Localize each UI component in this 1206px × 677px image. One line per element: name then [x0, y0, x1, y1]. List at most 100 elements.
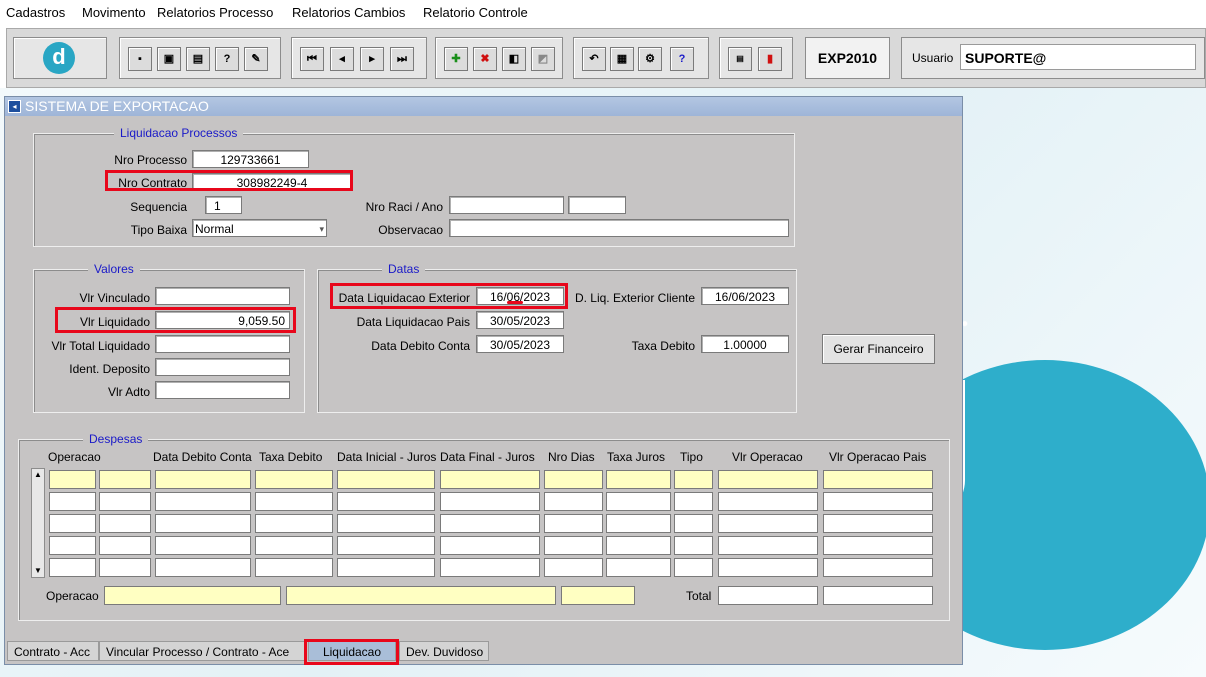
clipboard-icon[interactable]: ▦ — [610, 47, 634, 71]
footer-total-vlr-operacao[interactable] — [718, 586, 818, 605]
grid-cell[interactable] — [544, 492, 603, 511]
sequencia-field[interactable]: 1 — [205, 196, 242, 214]
grid-cell[interactable] — [606, 558, 671, 577]
tab-vincular-processo[interactable]: Vincular Processo / Contrato - Ace — [99, 641, 305, 661]
grid-cell[interactable] — [99, 492, 151, 511]
grid-cell[interactable] — [823, 536, 933, 555]
observacao-field[interactable] — [449, 219, 789, 237]
menu-cadastros[interactable]: Cadastros — [6, 5, 65, 20]
grid-cell[interactable] — [674, 514, 713, 533]
grid-cell[interactable] — [49, 470, 96, 489]
grid-cell[interactable] — [255, 492, 333, 511]
despesas-scrollbar[interactable]: ▲ ▼ — [31, 468, 45, 578]
grid-cell[interactable] — [823, 558, 933, 577]
grid-cell[interactable] — [255, 558, 333, 577]
grid-cell[interactable] — [337, 536, 435, 555]
grid-cell[interactable] — [606, 470, 671, 489]
grid-cell[interactable] — [99, 536, 151, 555]
nro-processo-field[interactable]: 129733661 — [192, 150, 309, 168]
grid-cell[interactable] — [155, 514, 251, 533]
grid-cell[interactable] — [49, 536, 96, 555]
grid-cell[interactable] — [255, 470, 333, 489]
grid-cell[interactable] — [155, 558, 251, 577]
grid-cell[interactable] — [823, 470, 933, 489]
tab-contrato-acc[interactable]: Contrato - Acc — [7, 641, 99, 661]
grid-cell[interactable] — [674, 470, 713, 489]
delete-record-icon[interactable]: ✖ — [473, 47, 497, 71]
vlr-total-liquidado-field[interactable] — [155, 335, 290, 353]
grid-cell[interactable] — [337, 492, 435, 511]
tipo-baixa-select[interactable]: Normal ▾ — [192, 219, 327, 237]
grid-cell[interactable] — [440, 492, 540, 511]
grid-cell[interactable] — [544, 514, 603, 533]
menu-relatorios-cambios[interactable]: Relatorios Cambios — [292, 5, 405, 20]
grid-cell[interactable] — [99, 558, 151, 577]
first-record-icon[interactable]: ⏮ — [300, 47, 324, 71]
menu-relatorios-processo[interactable]: Relatorios Processo — [157, 5, 273, 20]
vlr-vinculado-field[interactable] — [155, 287, 290, 305]
menu-icon[interactable]: ▤ — [728, 47, 752, 71]
grid-cell[interactable] — [606, 492, 671, 511]
grid-cell[interactable] — [606, 514, 671, 533]
grid-cell[interactable] — [440, 470, 540, 489]
grid-cell[interactable] — [155, 536, 251, 555]
vlr-adto-field[interactable] — [155, 381, 290, 399]
insert-record-icon[interactable]: ✚ — [444, 47, 468, 71]
grid-cell[interactable] — [823, 514, 933, 533]
query-icon[interactable]: ◧ — [502, 47, 526, 71]
grid-cell[interactable] — [440, 536, 540, 555]
execute-query-icon[interactable]: ◩ — [531, 47, 555, 71]
nro-raci-field[interactable] — [449, 196, 564, 214]
last-record-icon[interactable]: ⏭ — [390, 47, 414, 71]
menu-movimento[interactable]: Movimento — [82, 5, 146, 20]
footer-total-vlr-operacao-pais[interactable] — [823, 586, 933, 605]
grid-cell[interactable] — [440, 514, 540, 533]
grid-cell[interactable] — [49, 558, 96, 577]
data-debito-conta-field[interactable]: 30/05/2023 — [476, 335, 564, 353]
grid-cell[interactable] — [674, 536, 713, 555]
grid-cell[interactable] — [718, 514, 818, 533]
grid-cell[interactable] — [99, 470, 151, 489]
grid-cell[interactable] — [255, 536, 333, 555]
grid-cell[interactable] — [544, 536, 603, 555]
grid-cell[interactable] — [337, 470, 435, 489]
raci-ano-field[interactable] — [568, 196, 626, 214]
menu-relatorio-controle[interactable]: Relatorio Controle — [423, 5, 528, 20]
grid-cell[interactable] — [718, 492, 818, 511]
grid-cell[interactable] — [606, 536, 671, 555]
grid-cell[interactable] — [718, 536, 818, 555]
grid-cell[interactable] — [718, 558, 818, 577]
tools-icon[interactable]: ⚙ — [638, 47, 662, 71]
grid-cell[interactable] — [823, 492, 933, 511]
undo-icon[interactable]: ↶ — [582, 47, 606, 71]
grid-cell[interactable] — [49, 514, 96, 533]
grid-cell[interactable] — [718, 470, 818, 489]
ident-deposito-field[interactable] — [155, 358, 290, 376]
scroll-down-icon[interactable]: ▼ — [32, 565, 44, 577]
grid-cell[interactable] — [544, 470, 603, 489]
grid-cell[interactable] — [155, 470, 251, 489]
next-record-icon[interactable]: ▸ — [360, 47, 384, 71]
grid-cell[interactable] — [49, 492, 96, 511]
grid-cell[interactable] — [674, 558, 713, 577]
save-icon[interactable]: ▪ — [128, 47, 152, 71]
help-query-icon[interactable]: ? — [215, 47, 239, 71]
gerar-financeiro-button[interactable]: Gerar Financeiro — [822, 334, 935, 364]
window-icon[interactable]: ▣ — [157, 47, 181, 71]
exit-icon[interactable]: ▮ — [758, 47, 782, 71]
grid-cell[interactable] — [440, 558, 540, 577]
grid-cell[interactable] — [155, 492, 251, 511]
chevron-down-icon[interactable]: ▾ — [319, 220, 324, 238]
grid-cell[interactable] — [544, 558, 603, 577]
grid-cell[interactable] — [674, 492, 713, 511]
footer-operacao-field-2[interactable] — [286, 586, 556, 605]
user-field[interactable]: SUPORTE@ — [960, 44, 1196, 70]
data-liq-pais-field[interactable]: 30/05/2023 — [476, 311, 564, 329]
scroll-up-icon[interactable]: ▲ — [32, 469, 44, 481]
grid-cell[interactable] — [255, 514, 333, 533]
previous-record-icon[interactable]: ◂ — [330, 47, 354, 71]
grid-cell[interactable] — [337, 558, 435, 577]
footer-operacao-field-1[interactable] — [104, 586, 281, 605]
footer-operacao-field-3[interactable] — [561, 586, 635, 605]
taxa-debito-field[interactable]: 1.00000 — [701, 335, 789, 353]
